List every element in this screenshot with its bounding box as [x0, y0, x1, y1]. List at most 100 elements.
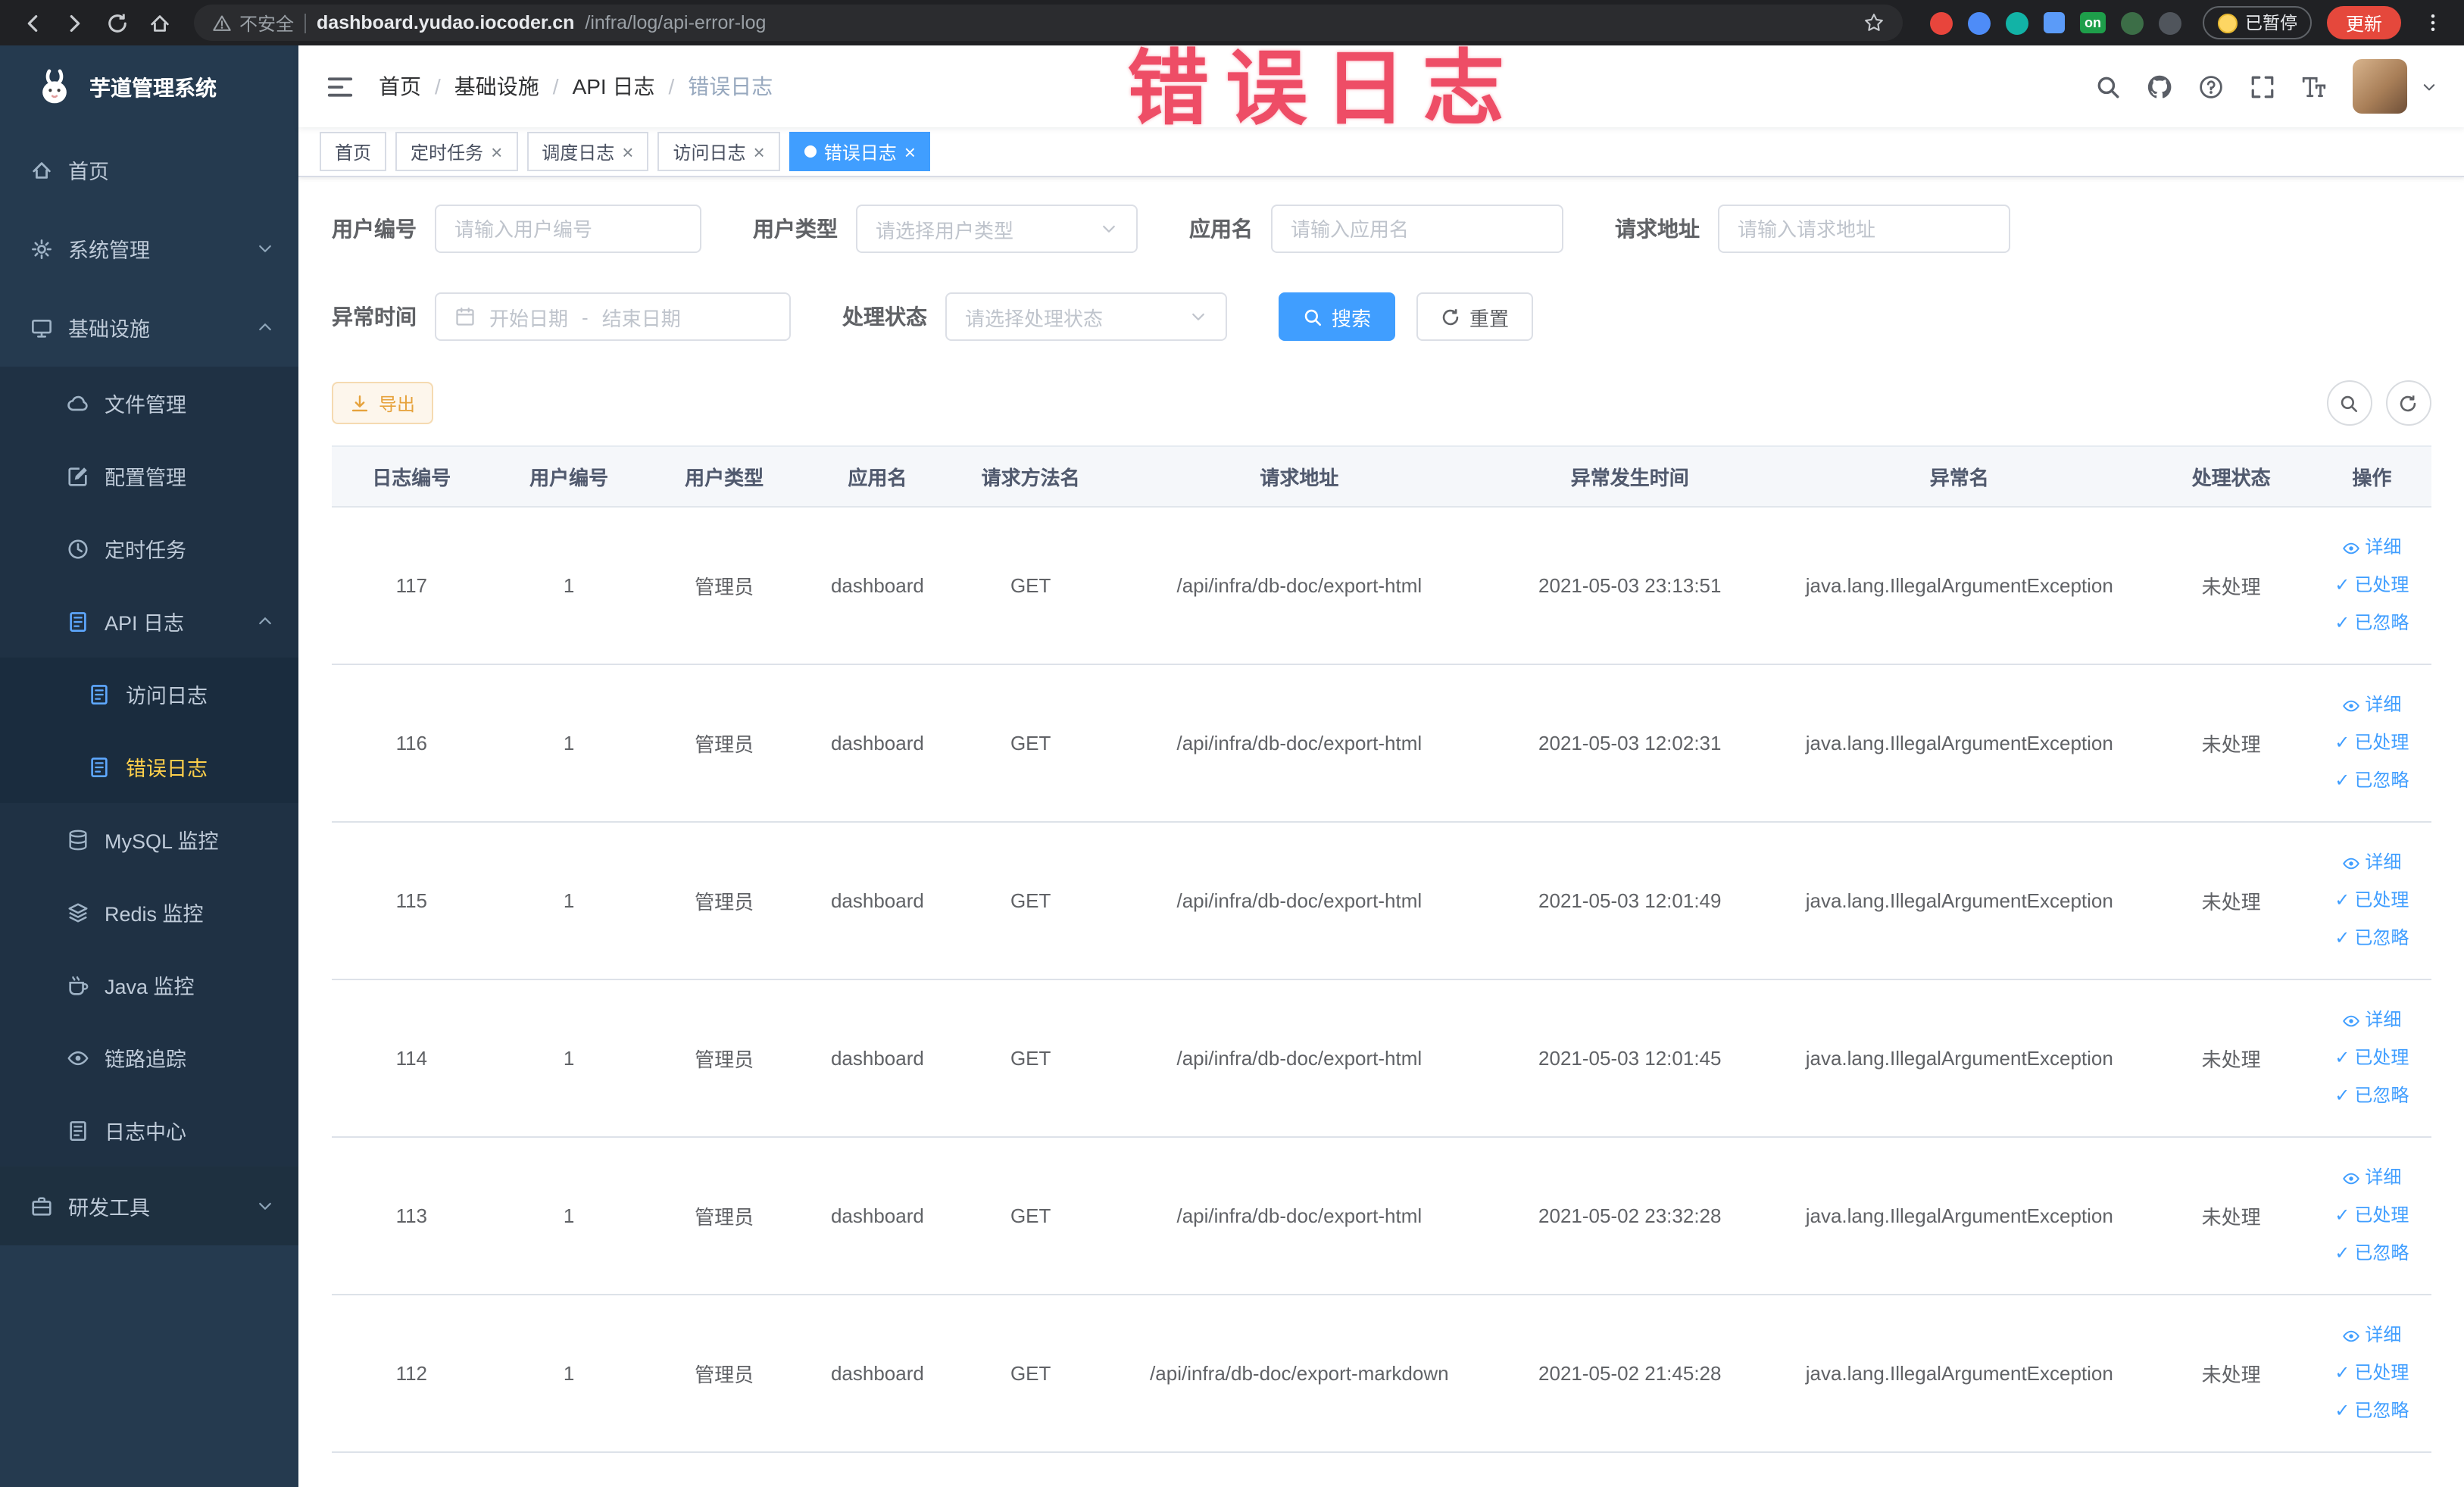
browser-update-button[interactable]: 更新: [2327, 6, 2400, 39]
extension-icon-1[interactable]: [1929, 11, 1953, 34]
tab-access-log[interactable]: 访问日志 ×: [657, 132, 780, 171]
cell-method: GET: [953, 822, 1109, 980]
hamburger-button[interactable]: [326, 72, 354, 101]
mark-ignored-link[interactable]: ✓ 已忽略: [2319, 920, 2425, 957]
tags-view-bar: 首页 定时任务 × 调度日志 × 访问日志 × 错误日志 ×: [298, 127, 2464, 177]
reset-button[interactable]: 重置: [1416, 292, 1534, 341]
search-button[interactable]: 搜索: [1279, 292, 1396, 341]
mark-processed-link[interactable]: ✓ 已处理: [2319, 724, 2425, 762]
sidebar-item-file-management[interactable]: 文件管理: [0, 367, 298, 439]
detail-link[interactable]: 详细: [2319, 686, 2425, 724]
mark-processed-link[interactable]: ✓ 已处理: [2319, 1354, 2425, 1392]
app-logo[interactable]: 芋道管理系统: [0, 45, 298, 130]
breadcrumb-item[interactable]: 首页: [379, 71, 421, 102]
sidebar-item-error-log[interactable]: 错误日志: [0, 730, 298, 803]
tab-schedule-log[interactable]: 调度日志 ×: [526, 132, 649, 171]
cell-app-name: dashboard: [801, 507, 954, 665]
chevron-down-icon[interactable]: [2420, 78, 2437, 95]
mark-processed-link[interactable]: ✓ 已处理: [2319, 882, 2425, 920]
browser-menu-button[interactable]: [2412, 5, 2452, 41]
mark-processed-link[interactable]: ✓ 已处理: [2319, 1197, 2425, 1235]
sidebar-item-scheduled-jobs[interactable]: 定时任务: [0, 512, 298, 585]
help-button[interactable]: [2197, 73, 2223, 99]
sidebar-item-home[interactable]: 首页: [0, 130, 298, 209]
extension-icon-2[interactable]: [1967, 11, 1991, 34]
tab-home[interactable]: 首页: [320, 132, 387, 171]
table-row: 113 1 管理员 dashboard GET /api/infra/db-do…: [332, 1137, 2431, 1295]
cell-request-url: /api/infra/db-doc/export-markdown: [1108, 1295, 1491, 1453]
sidebar-item-access-log[interactable]: 访问日志: [0, 658, 298, 730]
sidebar-item-java-monitor[interactable]: Java 监控: [0, 948, 298, 1021]
date-range-separator: -: [582, 305, 589, 328]
close-icon[interactable]: ×: [491, 142, 502, 161]
toggle-search-button[interactable]: [2326, 380, 2372, 426]
user-id-input[interactable]: [435, 205, 701, 253]
breadcrumb-item[interactable]: 基础设施: [454, 71, 539, 102]
sidebar-item-label: MySQL 监控: [105, 830, 219, 853]
detail-link[interactable]: 详细: [2319, 844, 2425, 882]
exception-time-range-picker[interactable]: 开始日期 - 结束日期: [435, 292, 791, 341]
mark-ignored-link[interactable]: ✓ 已忽略: [2319, 1077, 2425, 1115]
breadcrumb-item[interactable]: API 日志: [573, 71, 655, 102]
github-button[interactable]: [2146, 73, 2172, 99]
sidebar-item-redis-monitor[interactable]: Redis 监控: [0, 876, 298, 948]
browser-home-button[interactable]: [139, 5, 179, 41]
address-bar[interactable]: 不安全 dashboard.yudao.iocoder.cn /infra/lo…: [194, 5, 1903, 41]
mark-ignored-link[interactable]: ✓ 已忽略: [2319, 762, 2425, 800]
close-icon[interactable]: ×: [754, 142, 765, 161]
infrastructure-submenu: 文件管理 配置管理 定时任务 API 日志 访问日志 错误日志 MySQL 监控…: [0, 367, 298, 1167]
refresh-table-button[interactable]: [2385, 380, 2431, 426]
start-date-placeholder: 开始日期: [489, 307, 569, 330]
filter-label-exception-time: 异常时间: [332, 305, 417, 329]
cell-log-id: 114: [332, 979, 492, 1138]
extension-icon-6[interactable]: [2158, 11, 2181, 34]
mark-processed-link[interactable]: ✓ 已处理: [2319, 567, 2425, 604]
sidebar-item-log-center[interactable]: 日志中心: [0, 1094, 298, 1167]
user-avatar[interactable]: [2352, 59, 2406, 114]
bookmark-star-button[interactable]: [1863, 9, 1885, 36]
export-button[interactable]: 导出: [332, 382, 434, 424]
mark-ignored-link[interactable]: ✓ 已忽略: [2319, 604, 2425, 642]
sidebar-item-label: 系统管理: [68, 239, 150, 262]
action-label: 详细: [2365, 1324, 2402, 1345]
extension-icon-5[interactable]: [2120, 11, 2144, 34]
app-frame: 芋道管理系统 首页 系统管理 基础设施 文件管理 配置管理 定时任务 API 日…: [0, 45, 2464, 1487]
mark-processed-link[interactable]: ✓ 已处理: [2319, 1039, 2425, 1077]
request-url-input[interactable]: [1718, 205, 2010, 253]
mark-ignored-link[interactable]: ✓ 已忽略: [2319, 1392, 2425, 1430]
sidebar-item-trace[interactable]: 链路追踪: [0, 1021, 298, 1094]
layers-icon: [67, 901, 89, 923]
app-name-input[interactable]: [1271, 205, 1563, 253]
detail-link[interactable]: 详细: [2319, 1159, 2425, 1197]
cell-user-type: 管理员: [646, 822, 802, 980]
sidebar-item-config-management[interactable]: 配置管理: [0, 439, 298, 512]
detail-link[interactable]: 详细: [2319, 529, 2425, 567]
check-icon: ✓: [2334, 732, 2350, 753]
paused-badge[interactable]: 已暂停: [2202, 6, 2313, 39]
browser-back-button[interactable]: [12, 5, 52, 41]
user-type-select[interactable]: 请选择用户类型: [856, 205, 1138, 253]
tab-scheduled-jobs[interactable]: 定时任务 ×: [395, 132, 518, 171]
sidebar-item-api-log[interactable]: API 日志: [0, 585, 298, 658]
sidebar-item-system-management[interactable]: 系统管理: [0, 209, 298, 288]
close-icon[interactable]: ×: [622, 142, 633, 161]
header-search-button[interactable]: [2094, 73, 2120, 99]
extension-icon-3[interactable]: [2005, 11, 2028, 34]
browser-reload-button[interactable]: [97, 5, 136, 41]
detail-link[interactable]: 详细: [2319, 1001, 2425, 1039]
main-area: 首页 / 基础设施 / API 日志 / 错误日志 首页 定时任务 × 调度日志…: [298, 45, 2464, 1487]
process-status-select[interactable]: 请选择处理状态: [945, 292, 1227, 341]
sidebar-item-dev-tools[interactable]: 研发工具: [0, 1167, 298, 1245]
mark-ignored-link[interactable]: ✓ 已忽略: [2319, 1235, 2425, 1273]
tab-error-log[interactable]: 错误日志 ×: [789, 132, 931, 171]
detail-link[interactable]: 详细: [2319, 1317, 2425, 1354]
sidebar-item-mysql-monitor[interactable]: MySQL 监控: [0, 803, 298, 876]
sidebar-item-infrastructure[interactable]: 基础设施: [0, 288, 298, 367]
extension-icon-4[interactable]: [2043, 12, 2065, 33]
close-icon[interactable]: ×: [904, 142, 916, 161]
site-security-indicator[interactable]: 不安全: [212, 10, 294, 36]
font-size-button[interactable]: [2300, 73, 2326, 99]
browser-forward-button[interactable]: [55, 5, 94, 41]
fullscreen-button[interactable]: [2249, 73, 2275, 99]
extension-on-badge[interactable]: on: [2079, 12, 2106, 33]
